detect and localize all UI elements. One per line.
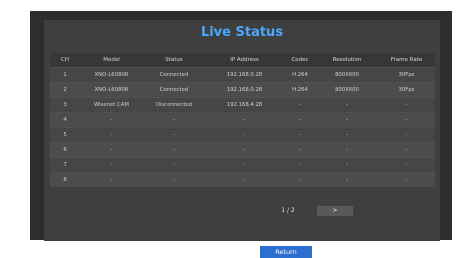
pagination: 1 / 2 > [44, 206, 440, 216]
cell-model: - [110, 117, 113, 123]
cell-ip-address: 192.168.4.28 [226, 102, 263, 108]
cell-ch: 2 [63, 87, 67, 93]
cell-status: - [173, 147, 175, 153]
next-page-button[interactable]: > [317, 206, 353, 216]
cell-frame-rate: 30Fps [398, 87, 415, 93]
header-status: Status [165, 57, 183, 63]
cell-ip-address: 192.168.0.28 [226, 72, 263, 78]
header-ip-address: IP Address [230, 57, 259, 63]
cell-ch: 3 [63, 102, 67, 108]
cell-resolution: - [346, 117, 348, 123]
cell-resolution: - [346, 162, 348, 168]
cell-frame-rate: - [405, 147, 408, 153]
cell-model: - [110, 177, 113, 183]
table-row[interactable]: 2 XNO-L6080R Connected 192.168.0.28 H.264 800… [50, 82, 435, 97]
page-indicator: 1 / 2 [281, 207, 295, 214]
cell-model: - [110, 147, 113, 153]
cell-status: - [173, 177, 175, 183]
cell-frame-rate: - [405, 132, 408, 138]
cell-model: XNO-L6080R [94, 87, 129, 93]
cell-ip-address: - [243, 117, 246, 123]
table-row[interactable]: 1 XNO-L6080R Connected 192.168.0.28 H.264 800… [50, 67, 435, 82]
cell-frame-rate: - [405, 162, 408, 168]
cell-codec: - [299, 177, 301, 183]
cell-ip-address: - [243, 162, 246, 168]
cell-status: Disconnected [155, 102, 193, 108]
cell-ch: 4 [63, 117, 67, 123]
cell-frame-rate: - [405, 102, 408, 108]
cell-resolution: - [346, 177, 348, 183]
cell-frame-rate: - [405, 177, 408, 183]
cell-model: - [110, 132, 113, 138]
cell-frame-rate: - [405, 117, 408, 123]
cell-resolution: - [346, 147, 348, 153]
table-row[interactable]: 4 - - - - - - [50, 112, 435, 127]
table-row[interactable]: 7 - - - - - - [50, 157, 435, 172]
cell-resolution: 800X600 [335, 87, 359, 93]
cell-ch: 1 [63, 72, 67, 78]
cell-codec: - [299, 102, 301, 108]
cell-status: Connected [159, 72, 189, 78]
cell-frame-rate: 30Fps [398, 72, 415, 78]
dialog-title: Live Status [200, 25, 284, 40]
header-ch: CH [61, 57, 69, 63]
live-status-dialog: Live Status CH Model Status IP Address C… [44, 20, 440, 258]
header-resolution: Resolution [332, 57, 362, 63]
cell-status: Connected [159, 87, 189, 93]
cell-ch: 6 [63, 147, 67, 153]
table-row[interactable]: 6 - - - - - - [50, 142, 435, 157]
return-button[interactable]: Return [260, 246, 312, 258]
cell-codec: H.264 [292, 87, 308, 93]
cell-ch: 8 [63, 177, 67, 183]
table-row[interactable]: 8 - - - - - - [50, 172, 435, 187]
cell-codec: - [299, 132, 301, 138]
cell-status: - [173, 132, 175, 138]
cell-ch: 5 [63, 132, 67, 138]
table-body: 1 XNO-L6080R Connected 192.168.0.28 H.264 800… [50, 67, 435, 187]
cell-ip-address: - [243, 177, 246, 183]
cell-ip-address: 192.168.0.28 [226, 87, 263, 93]
status-table: CH Model Status IP Address Codec Resolut… [50, 53, 435, 187]
table-row[interactable]: 3 Wisenet CAM Disconnected 192.168.4.28 - - - [50, 97, 435, 112]
cell-resolution: - [346, 132, 348, 138]
header-codec: Codec [291, 57, 309, 63]
cell-model: XNO-L6080R [94, 72, 129, 78]
cell-ip-address: - [243, 147, 246, 153]
cell-codec: - [299, 147, 301, 153]
cell-ip-address: - [243, 132, 246, 138]
cell-model: Wisenet CAM [94, 102, 129, 108]
cell-model: - [110, 162, 113, 168]
cell-status: - [173, 162, 175, 168]
cell-resolution: 800X600 [335, 72, 359, 78]
cell-codec: H.264 [292, 72, 308, 78]
table-row[interactable]: 5 - - - - - - [50, 127, 435, 142]
cell-codec: - [299, 117, 301, 123]
cell-resolution: - [346, 102, 348, 108]
header-model: Model [103, 57, 120, 63]
monitor-screen: Live Status CH Model Status IP Address C… [30, 11, 452, 258]
cell-codec: - [299, 162, 301, 168]
table-header: CH Model Status IP Address Codec Resolut… [50, 53, 435, 67]
cell-ch: 7 [63, 162, 67, 168]
header-frame-rate: Frame Rate [390, 57, 423, 63]
cell-status: - [173, 117, 175, 123]
